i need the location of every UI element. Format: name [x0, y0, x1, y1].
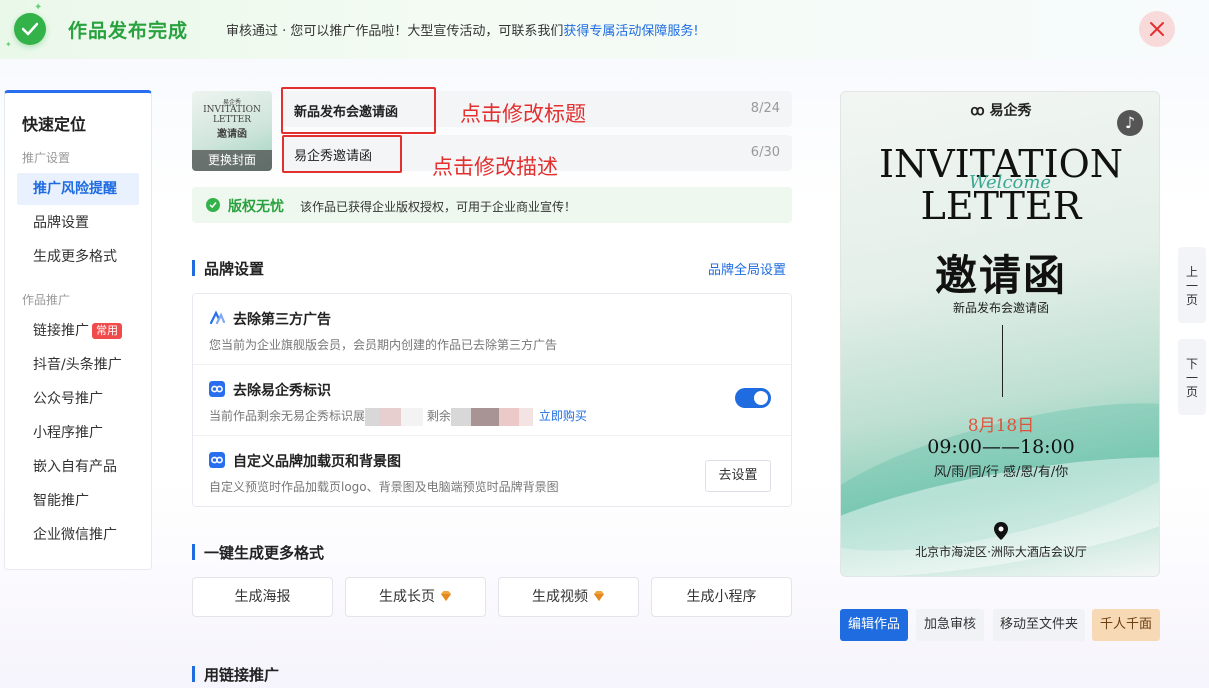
remove-logo-title: 去除易企秀标识	[233, 383, 331, 399]
title-highlight-box	[281, 87, 436, 134]
music-icon[interactable]: ♪	[1117, 110, 1143, 136]
copyright-label: 版权无忧	[228, 199, 284, 215]
cover-thumbnail[interactable]: 易企秀 INVITATION LETTER 邀请函 更换封面	[192, 91, 272, 171]
nav-item-douyin[interactable]: 抖音/头条推广	[17, 349, 139, 381]
eqxiu-logo-icon	[209, 381, 225, 397]
preview-date: 8月18日	[967, 416, 1035, 436]
vip-diamond-icon	[441, 591, 451, 601]
description-hint-annotation: 点击修改描述	[432, 155, 558, 179]
nav-item-brand-settings[interactable]: 品牌设置	[17, 207, 139, 239]
brand-settings-card: 去除第三方广告 您当前为企业旗舰版会员，会员期内创建的作品已去除第三方广告 去除…	[192, 293, 792, 507]
custom-loading-row: 自定义品牌加载页和背景图 自定义预览时作品加载页logo、背景图及电脑端预览时品…	[193, 436, 791, 507]
nav-item-more-formats[interactable]: 生成更多格式	[17, 241, 139, 273]
nav-item-wecom[interactable]: 企业微信推广	[17, 519, 139, 551]
nav-group-work-promo: 作品推广	[22, 293, 71, 307]
cover-cn-title: 邀请函	[217, 129, 247, 140]
sparkle-icon: ✦	[34, 2, 43, 13]
personalization-button[interactable]: 千人千面	[1092, 609, 1160, 641]
custom-loading-title: 自定义品牌加载页和背景图	[233, 454, 401, 470]
buy-now-link[interactable]: 立即购买	[539, 409, 587, 423]
nav-item-embed[interactable]: 嵌入自有产品	[17, 451, 139, 483]
brand-global-settings-link[interactable]: 品牌全局设置	[708, 259, 786, 278]
generate-longpage-button[interactable]: 生成长页	[345, 577, 486, 617]
preview-subtitle: 新品发布会邀请函	[952, 301, 1049, 315]
link-section-title: 用链接推广	[192, 664, 279, 685]
quick-nav: 快速定位 推广设置 推广风险提醒 品牌设置 生成更多格式 作品推广 链接推广 常用…	[4, 90, 152, 570]
remove-ads-row: 去除第三方广告 您当前为企业旗舰版会员，会员期内创建的作品已去除第三方广告	[193, 294, 791, 365]
nav-item-risk-reminder[interactable]: 推广风险提醒	[17, 173, 139, 205]
brand-section-title: 品牌设置	[192, 258, 264, 279]
copyright-text: 该作品已获得企业版权授权，可用于企业商业宣传！	[300, 200, 577, 214]
preview-address: 北京市海淀区·洲际大酒店会议厅	[915, 545, 1087, 559]
preview-logo: ꝏ 易企秀	[970, 103, 1032, 119]
preview-cn-title: 邀请函	[934, 251, 1067, 300]
banner-message: 审核通过 · 您可以推广作品啦！大型宣传活动，可联系我们获得专属活动保障服务!	[226, 24, 699, 39]
preview-slogan: 风/雨/同/行 感/恩/有/你	[933, 465, 1069, 480]
remove-ads-title: 去除第三方广告	[233, 312, 331, 328]
nav-item-smart-promo[interactable]: 智能推广	[17, 485, 139, 517]
remove-ads-icon	[209, 310, 225, 325]
nav-title: 快速定位	[22, 115, 87, 134]
vip-diamond-icon	[594, 591, 604, 601]
cover-title-line2: LETTER	[212, 115, 252, 125]
title-hint-annotation: 点击修改标题	[460, 102, 586, 126]
move-to-folder-button[interactable]: 移动至文件夹	[993, 609, 1085, 641]
check-icon	[206, 198, 220, 212]
publish-success-banner: ✦ ✦ 作品发布完成 审核通过 · 您可以推广作品啦！大型宣传活动，可联系我们获…	[0, 0, 1209, 59]
next-page-button[interactable]: 下 一 页	[1178, 339, 1206, 415]
preview-title-line2: LETTER	[920, 184, 1082, 228]
nav-item-official-account[interactable]: 公众号推广	[17, 383, 139, 415]
custom-loading-desc: 自定义预览时作品加载页logo、背景图及电脑端预览时品牌背景图	[209, 480, 559, 494]
generate-miniprogram-button[interactable]: 生成小程序	[651, 577, 792, 617]
success-check-icon	[14, 13, 46, 45]
title-count: 8/24	[750, 101, 780, 116]
banner-title: 作品发布完成	[68, 20, 189, 42]
eqxiu-logo-icon	[209, 452, 225, 468]
remove-logo-desc: 当前作品剩余无易企秀标识展 剩余 立即购买	[209, 407, 587, 426]
description-count: 6/30	[750, 145, 780, 160]
edit-work-button[interactable]: 编辑作品	[840, 609, 908, 641]
nav-group-promo-settings: 推广设置	[22, 151, 71, 165]
generate-poster-button[interactable]: 生成海报	[192, 577, 333, 617]
remove-ads-desc: 您当前为企业旗舰版会员，会员期内创建的作品已去除第三方广告	[209, 338, 558, 352]
location-pin-icon	[994, 522, 1008, 540]
close-icon[interactable]	[1139, 11, 1175, 47]
generate-video-button[interactable]: 生成视频	[498, 577, 639, 617]
urgent-review-button[interactable]: 加急审核	[916, 609, 984, 641]
nav-item-mini-program[interactable]: 小程序推广	[17, 417, 139, 449]
remove-logo-toggle[interactable]	[735, 388, 771, 408]
sparkle-icon: ✦	[5, 40, 12, 49]
remove-logo-row: 去除易企秀标识 当前作品剩余无易企秀标识展 剩余 立即购买	[193, 365, 791, 436]
copyright-notice: 版权无忧 该作品已获得企业版权授权，可用于企业商业宣传！	[192, 187, 792, 223]
go-settings-button[interactable]: 去设置	[705, 460, 771, 492]
preview-time: 09:00——18:00	[927, 436, 1075, 458]
formats-section-title: 一键生成更多格式	[192, 542, 324, 563]
prev-page-button[interactable]: 上 一 页	[1178, 247, 1206, 323]
service-link[interactable]: 获得专属活动保障服务!	[563, 24, 698, 39]
change-cover-button[interactable]: 更换封面	[192, 150, 272, 171]
invitation-preview: ꝏ 易企秀 ♪ INVITATION Welcome LETTER 邀请函 新品…	[840, 91, 1160, 577]
eqxiu-logo-icon: ꝏ	[970, 103, 985, 119]
description-highlight-box	[282, 135, 402, 173]
nav-item-link-promo[interactable]: 链接推广 常用	[17, 315, 139, 347]
common-badge: 常用	[92, 323, 122, 339]
cover-title-line1: INVITATION	[203, 105, 261, 115]
